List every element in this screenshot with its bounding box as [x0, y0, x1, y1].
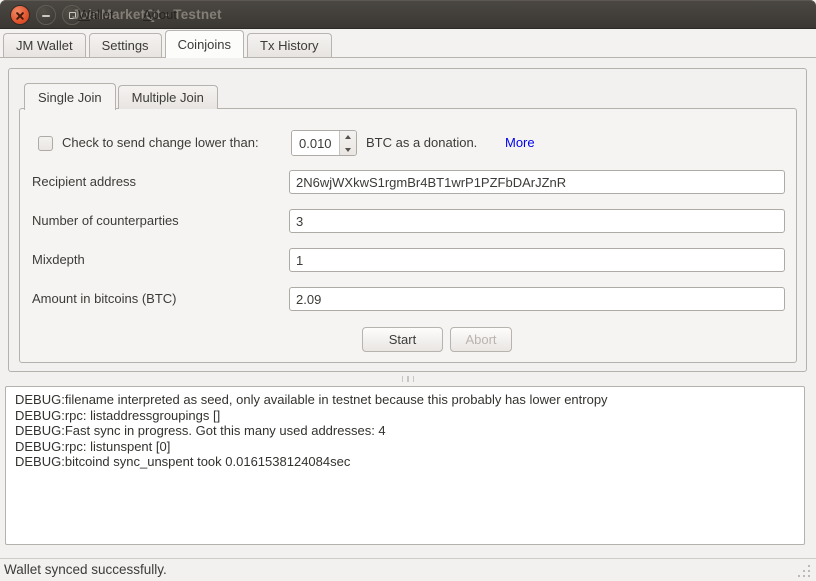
log-line: DEBUG:rpc: listunspent [0] — [15, 439, 795, 455]
donation-checkbox[interactable] — [38, 136, 53, 151]
recipient-row: Recipient address — [32, 170, 786, 194]
log-line: DEBUG:filename interpreted as seed, only… — [15, 392, 795, 408]
tab-jm-wallet[interactable]: JM Wallet — [3, 33, 86, 57]
titlebar[interactable]: JoinMarketQt - Testnet Wallet About — [0, 0, 816, 29]
donation-row: Check to send change lower than: BTC as … — [20, 130, 796, 156]
log-line: DEBUG:rpc: listaddressgroupings [] — [15, 408, 795, 424]
donation-amount-input[interactable] — [292, 131, 339, 155]
mixdepth-label: Mixdepth — [32, 252, 85, 267]
amount-label: Amount in bitcoins (BTC) — [32, 291, 177, 306]
amount-row: Amount in bitcoins (BTC) — [32, 287, 786, 311]
log-line: DEBUG:bitcoind sync_unspent took 0.01615… — [15, 454, 795, 470]
recipient-address-input[interactable] — [289, 170, 785, 194]
tab-coinjoins[interactable]: Coinjoins — [165, 30, 244, 58]
coinjoins-groupbox: Single Join Multiple Join Check to send … — [8, 68, 807, 372]
debug-log[interactable]: DEBUG:filename interpreted as seed, only… — [5, 386, 805, 545]
menu-wallet[interactable]: Wallet — [78, 0, 114, 29]
tab-multiple-join[interactable]: Multiple Join — [118, 85, 218, 109]
counterparties-input[interactable] — [289, 209, 785, 233]
amount-input[interactable] — [289, 287, 785, 311]
log-line: DEBUG:Fast sync in progress. Got this ma… — [15, 423, 795, 439]
tab-settings[interactable]: Settings — [89, 33, 162, 57]
recipient-label: Recipient address — [32, 174, 136, 189]
donation-suffix-label: BTC as a donation. — [366, 135, 477, 150]
resize-grip-icon[interactable] — [798, 565, 800, 567]
join-tabbar: Single Join Multiple Join — [24, 82, 220, 109]
donation-checkbox-label: Check to send change lower than: — [62, 135, 259, 150]
single-join-panel: Check to send change lower than: BTC as … — [19, 108, 797, 363]
mixdepth-input[interactable] — [289, 248, 785, 272]
spin-down-button[interactable] — [340, 143, 356, 155]
menubar: Wallet About — [0, 0, 816, 29]
status-message: Wallet synced successfully. — [4, 562, 167, 577]
tab-tx-history[interactable]: Tx History — [247, 33, 332, 57]
app-window: JoinMarketQt - Testnet Wallet About JM W… — [0, 0, 816, 581]
donation-amount-spinbox — [291, 130, 357, 156]
start-button[interactable]: Start — [362, 327, 443, 352]
abort-button: Abort — [450, 327, 512, 352]
donation-more-link[interactable]: More — [505, 135, 535, 150]
counterparties-row: Number of counterparties — [32, 209, 786, 233]
statusbar: Wallet synced successfully. — [0, 558, 816, 581]
main-tabbar: JM Wallet Settings Coinjoins Tx History — [0, 29, 816, 58]
mixdepth-row: Mixdepth — [32, 248, 786, 272]
chevron-down-icon — [345, 148, 351, 152]
tab-single-join[interactable]: Single Join — [24, 83, 116, 110]
splitter-handle[interactable] — [0, 374, 816, 384]
chevron-up-icon — [345, 135, 351, 139]
spin-up-button[interactable] — [340, 131, 356, 143]
menu-about[interactable]: About — [143, 0, 177, 29]
counterparties-label: Number of counterparties — [32, 213, 179, 228]
